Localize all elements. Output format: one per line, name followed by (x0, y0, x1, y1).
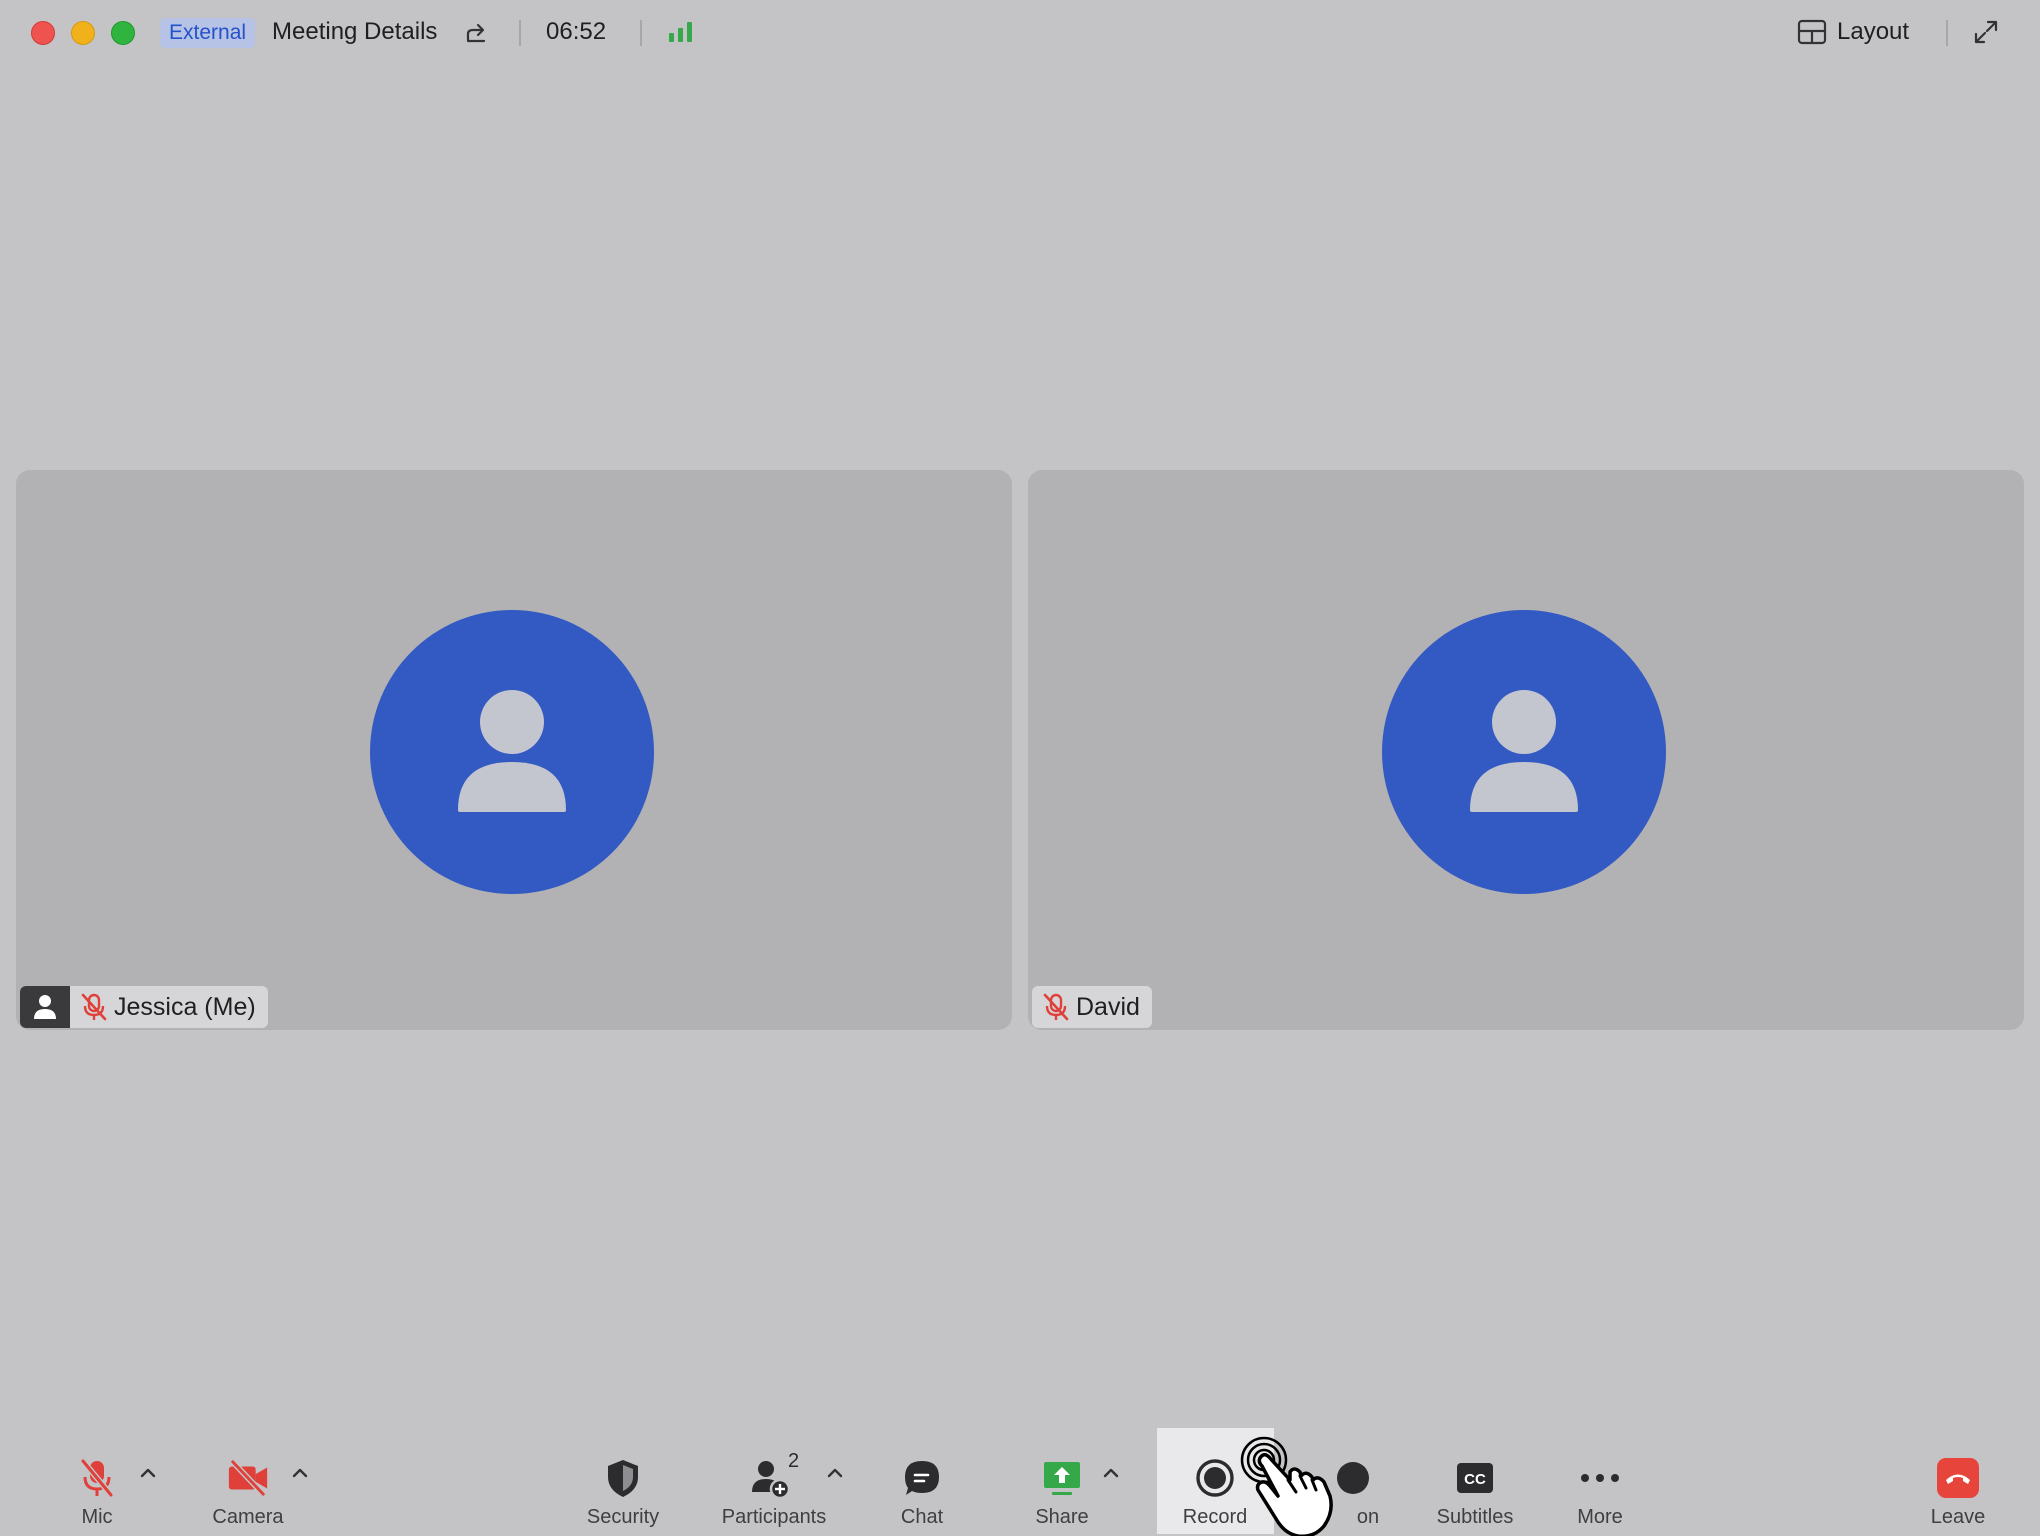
security-button[interactable]: Security (580, 1428, 666, 1536)
hand-pointer-cursor-icon (1240, 1436, 1333, 1536)
grid-layout-icon (1797, 19, 1827, 45)
self-view-icon (20, 986, 70, 1028)
chat-button[interactable]: Chat (884, 1428, 960, 1536)
leave-button[interactable]: Leave (1926, 1428, 1990, 1536)
person-icon (1470, 690, 1578, 812)
camera-off-icon (228, 1458, 268, 1498)
camera-options-chevron-up-icon[interactable] (289, 1462, 311, 1484)
record-icon (1196, 1459, 1234, 1497)
video-tile-david[interactable]: David (1028, 470, 2024, 1030)
more-label: More (1577, 1506, 1623, 1528)
shield-icon (608, 1460, 638, 1497)
minimize-window-button[interactable] (71, 21, 95, 45)
leave-call-icon (1937, 1458, 1979, 1498)
meeting-toolbar: Mic Camera Security 2 Participants Chat … (0, 1428, 2040, 1536)
share-screen-button[interactable]: Share (1030, 1428, 1094, 1536)
share-label: Share (1035, 1506, 1089, 1528)
participant-avatar (370, 610, 654, 894)
meeting-timer: 06:52 (546, 18, 607, 45)
meeting-details-button[interactable]: Meeting Details (272, 17, 437, 47)
svg-text:CC: CC (1464, 1471, 1486, 1488)
share-meeting-icon[interactable] (464, 20, 490, 46)
mic-button[interactable]: Mic (72, 1428, 122, 1536)
participant-name: Jessica (Me) (114, 992, 256, 1021)
mic-muted-icon (79, 1458, 115, 1498)
mic-options-chevron-up-icon[interactable] (137, 1462, 159, 1484)
participant-avatar (1382, 610, 1666, 894)
fullscreen-icon[interactable] (1972, 18, 2000, 46)
subtitles-label: Subtitles (1436, 1506, 1514, 1528)
divider (640, 20, 642, 46)
participant-name-tag: Jessica (Me) (20, 986, 268, 1028)
person-icon (458, 690, 566, 812)
close-window-button[interactable] (31, 21, 55, 45)
participants-options-chevron-up-icon[interactable] (824, 1462, 846, 1484)
participant-name-tag: David (1032, 986, 1152, 1028)
participants-button[interactable]: 2 Participants (716, 1428, 832, 1536)
participants-count: 2 (788, 1450, 800, 1472)
chat-label: Chat (900, 1506, 944, 1528)
layout-button[interactable]: Layout (1797, 16, 1909, 48)
layout-label: Layout (1837, 18, 1910, 45)
subtitles-button[interactable]: CC Subtitles (1430, 1428, 1520, 1536)
security-label: Security (586, 1506, 660, 1528)
divider (519, 20, 521, 46)
divider (1946, 20, 1948, 46)
mic-label: Mic (81, 1506, 113, 1528)
more-dots-icon (1581, 1474, 1619, 1482)
more-button[interactable]: More (1568, 1428, 1632, 1536)
camera-button[interactable]: Camera (206, 1428, 290, 1536)
mic-muted-icon (81, 993, 107, 1021)
mic-muted-icon (1043, 993, 1069, 1021)
closed-captions-icon: CC (1457, 1463, 1493, 1493)
meeting-window: External Meeting Details 06:52 Layout Je… (0, 0, 2040, 1536)
network-signal-icon[interactable] (668, 20, 696, 44)
participant-name: David (1076, 992, 1140, 1021)
external-badge: External (160, 18, 256, 48)
camera-label: Camera (212, 1506, 284, 1528)
share-options-chevron-up-icon[interactable] (1100, 1462, 1122, 1484)
title-bar: External Meeting Details 06:52 Layout (0, 0, 2040, 64)
chat-bubble-icon (905, 1461, 939, 1495)
share-screen-icon (1044, 1462, 1080, 1495)
participants-label: Participants (721, 1506, 827, 1528)
video-tile-jessica[interactable]: Jessica (Me) (16, 470, 1012, 1030)
maximize-window-button[interactable] (111, 21, 135, 45)
leave-label: Leave (1930, 1506, 1986, 1528)
